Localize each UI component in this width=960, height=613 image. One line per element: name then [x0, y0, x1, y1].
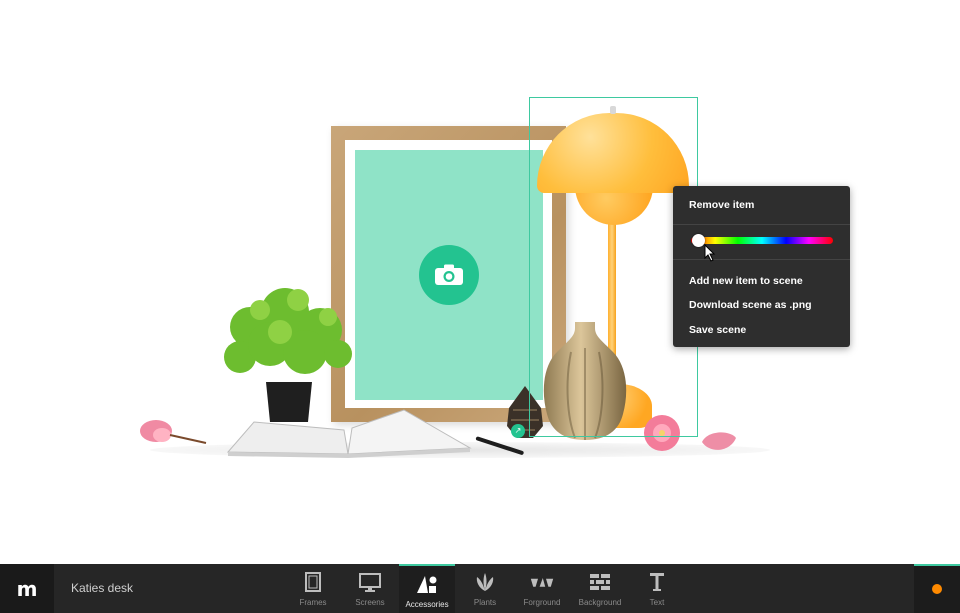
frame-icon	[301, 570, 325, 594]
bottom-toolbar: m Katies desk Frames Screens Accessories…	[0, 564, 960, 613]
tab-label: Accessories	[405, 600, 449, 609]
remove-item-menu-item[interactable]: Remove item	[689, 199, 754, 211]
scene-name[interactable]: Katies desk	[71, 581, 133, 595]
tab-label: Text	[649, 598, 665, 607]
tab-screens[interactable]: Screens	[342, 564, 398, 613]
pink-flower-left[interactable]	[138, 419, 208, 447]
tab-forground[interactable]: Forground	[514, 564, 570, 613]
tab-label: Frames	[299, 598, 327, 607]
tab-label: Background	[578, 598, 622, 607]
arrows-icon: ↗	[514, 426, 522, 435]
status-dot	[932, 584, 942, 594]
menu-divider	[673, 224, 850, 225]
context-menu: Remove item Add new item to scene Downlo…	[673, 186, 850, 347]
tab-label: Screens	[355, 598, 385, 607]
potted-plant[interactable]	[210, 282, 360, 422]
tab-accessories[interactable]: Accessories	[399, 564, 455, 613]
download-png-menu-item[interactable]: Download scene as .png	[689, 299, 812, 311]
color-hue-slider[interactable]	[691, 237, 833, 244]
brick-wall-icon	[588, 570, 612, 594]
open-book[interactable]	[224, 408, 474, 458]
shapes-icon	[415, 572, 439, 596]
tab-background[interactable]: Background	[572, 564, 628, 613]
camera-icon	[434, 264, 464, 286]
tab-plants[interactable]: Plants	[457, 564, 513, 613]
save-scene-menu-item[interactable]: Save scene	[689, 324, 746, 336]
add-item-menu-item[interactable]: Add new item to scene	[689, 275, 803, 287]
monitor-icon	[358, 570, 382, 594]
foreground-icon	[530, 570, 554, 594]
resize-handle[interactable]: ↗	[511, 424, 525, 438]
tab-label: Forground	[523, 598, 561, 607]
upload-image-button[interactable]	[419, 245, 479, 305]
text-icon	[645, 570, 669, 594]
scene-canvas[interactable]: ↗ Remove item Add new item to scene Down…	[0, 0, 960, 564]
menu-divider	[673, 259, 850, 260]
tab-label: Plants	[473, 598, 497, 607]
tab-frames[interactable]: Frames	[285, 564, 341, 613]
status-area[interactable]	[914, 564, 960, 613]
tab-text[interactable]: Text	[629, 564, 685, 613]
plant-icon	[473, 570, 497, 594]
flower-petal[interactable]	[700, 430, 738, 454]
mouse-cursor-icon	[704, 243, 716, 262]
app-logo[interactable]: m	[0, 564, 54, 613]
color-slider-handle[interactable]	[691, 234, 705, 247]
